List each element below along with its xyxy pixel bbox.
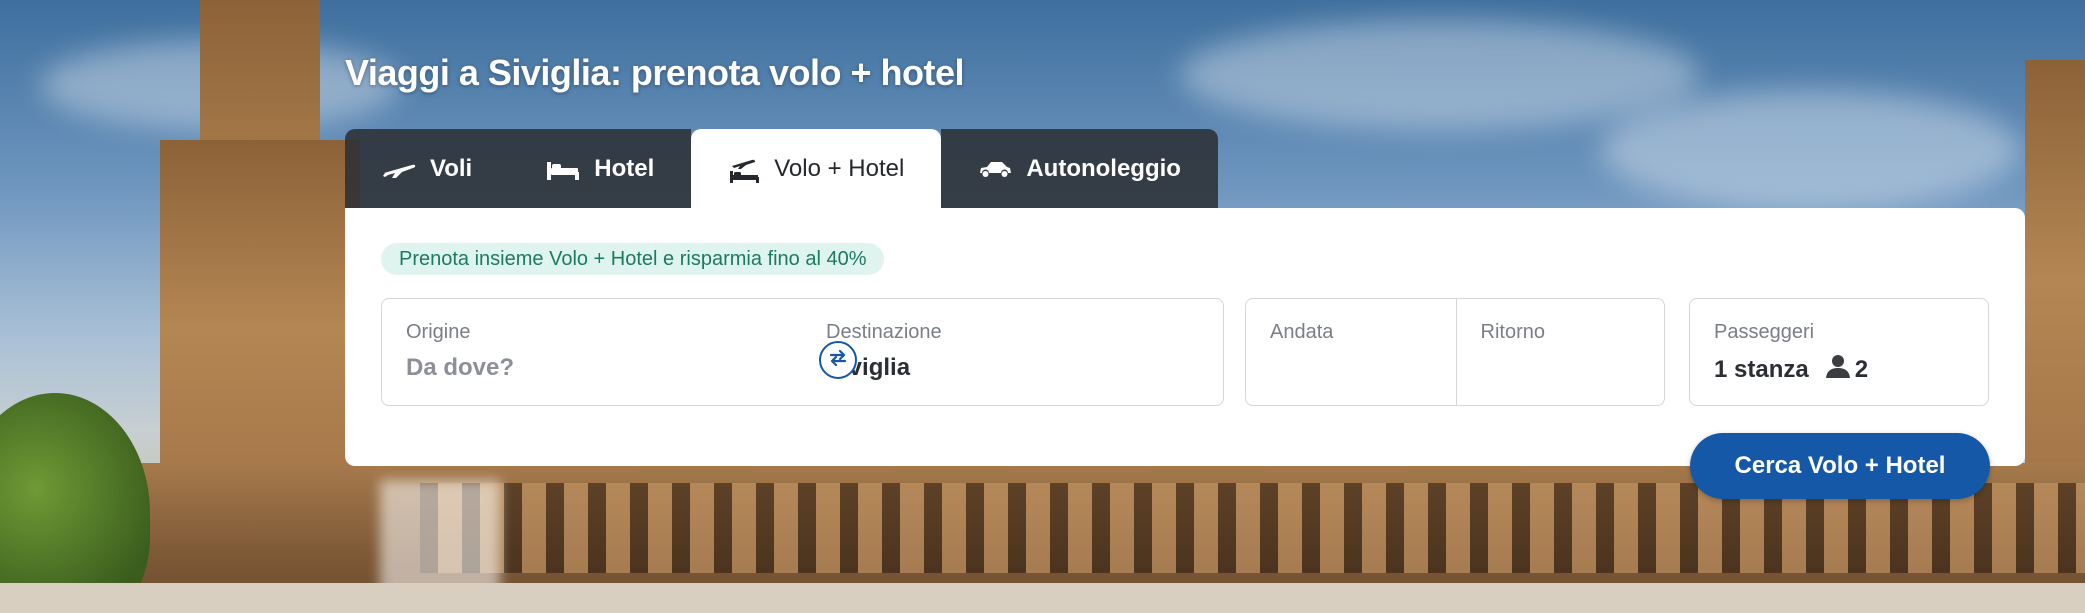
- route-fields: Origine Da dove? Destinazione Siviglia: [381, 298, 1224, 406]
- search-button[interactable]: Cerca Volo + Hotel: [1690, 433, 1990, 499]
- swap-route-button[interactable]: [819, 341, 857, 379]
- product-tabs: Voli Hotel Volo + Hotel Autonoleggio: [345, 129, 1218, 208]
- tab-volo-hotel[interactable]: Volo + Hotel: [691, 129, 942, 208]
- bed-icon: [546, 158, 580, 180]
- return-date-field[interactable]: Ritorno: [1455, 299, 1665, 405]
- swap-icon: [827, 347, 849, 374]
- plane-bed-icon: [728, 155, 760, 183]
- destination-value: Siviglia: [826, 354, 911, 381]
- rooms-count: 1 stanza: [1714, 355, 1809, 383]
- tab-label: Volo + Hotel: [774, 154, 905, 182]
- tab-label: Hotel: [594, 154, 655, 182]
- origin-field[interactable]: Origine Da dove?: [382, 299, 802, 405]
- people-count: 2: [1854, 355, 1869, 383]
- date-fields: Andata Ritorno: [1245, 298, 1665, 406]
- car-icon: [978, 159, 1012, 179]
- passengers-value: 1 stanza 2: [1714, 354, 1964, 385]
- origin-label: Origine: [406, 321, 471, 343]
- tab-autonoleggio[interactable]: Autonoleggio: [941, 129, 1218, 208]
- person-icon: [1825, 354, 1851, 385]
- tab-label: Autonoleggio: [1026, 154, 1181, 182]
- plaza-ground: [0, 583, 2085, 613]
- page-title: Viaggi a Siviglia: prenota volo + hotel: [345, 52, 964, 93]
- return-label: Ritorno: [1480, 321, 1545, 343]
- departure-label: Andata: [1270, 321, 1334, 343]
- departure-date-field[interactable]: Andata: [1246, 299, 1456, 405]
- passengers-field[interactable]: Passeggeri 1 stanza 2: [1690, 299, 1988, 405]
- people-count-group: 2: [1825, 354, 1868, 385]
- tab-label: Voli: [430, 154, 473, 182]
- passengers-fieldgroup: Passeggeri 1 stanza 2: [1689, 298, 1989, 406]
- promo-badge: Prenota insieme Volo + Hotel e risparmia…: [381, 243, 885, 275]
- destination-field[interactable]: Destinazione Siviglia: [802, 299, 1223, 405]
- destination-label: Destinazione: [826, 321, 942, 343]
- cloud: [1180, 20, 1700, 130]
- cloud: [1600, 90, 2020, 210]
- tab-voli[interactable]: Voli: [345, 129, 510, 208]
- plane-icon: [382, 159, 416, 179]
- origin-placeholder: Da dove?: [406, 354, 515, 381]
- search-panel: Prenota insieme Volo + Hotel e risparmia…: [345, 208, 2025, 466]
- passengers-label: Passeggeri: [1714, 321, 1815, 343]
- tab-hotel[interactable]: Hotel: [509, 129, 692, 208]
